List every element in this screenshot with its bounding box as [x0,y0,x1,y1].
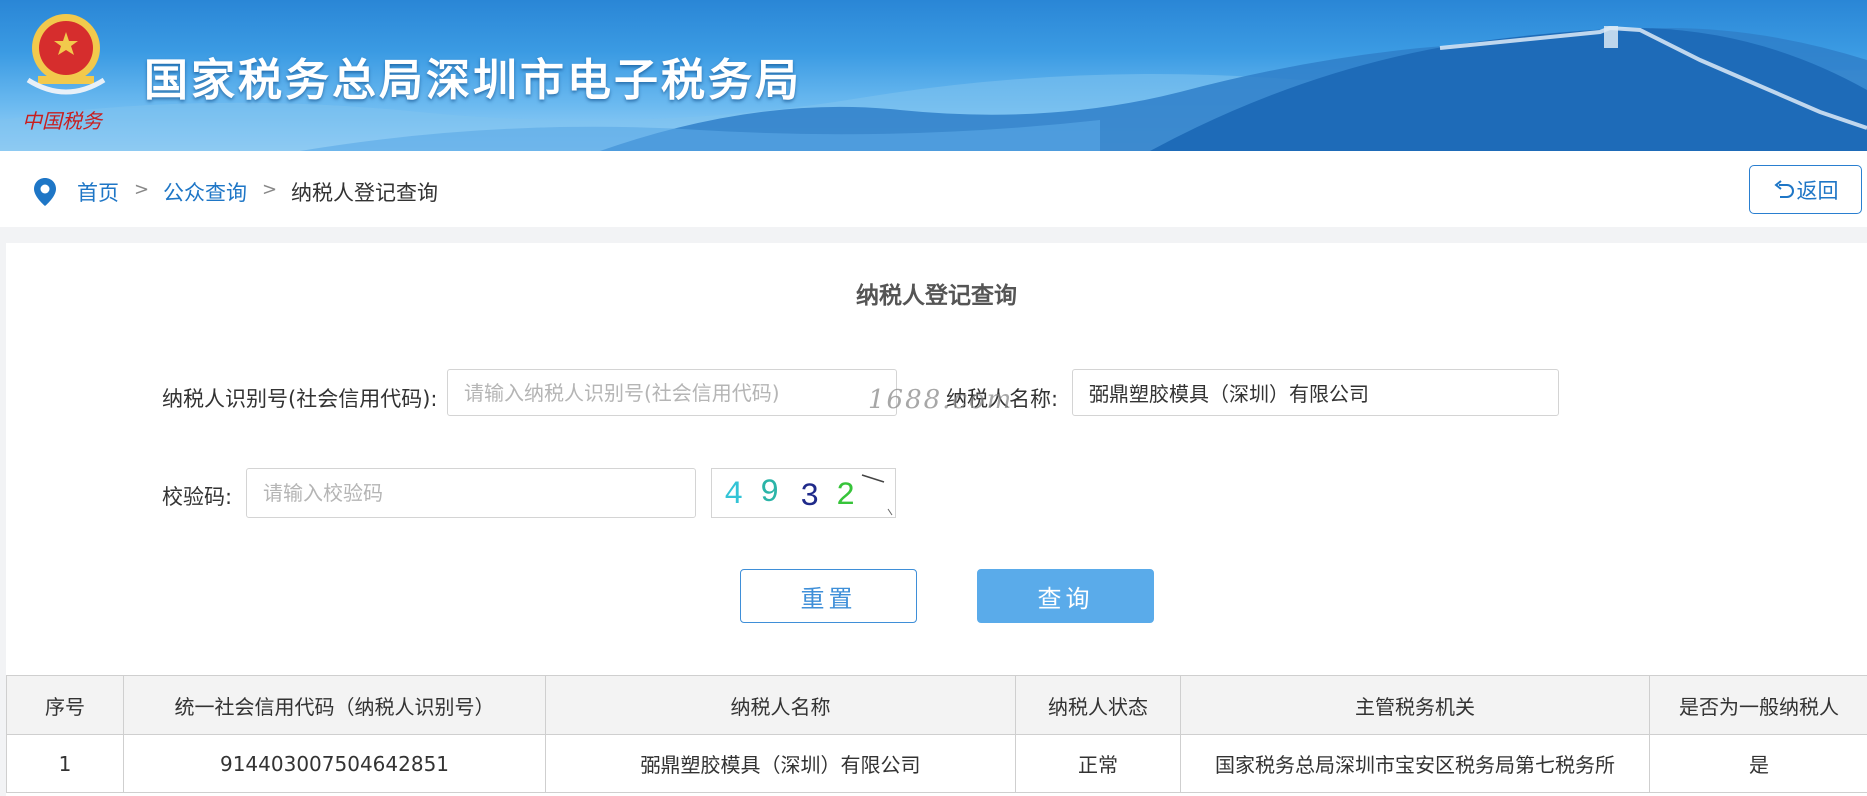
reset-button[interactable]: 重置 [740,569,917,623]
table-cell-index: 1 [6,734,124,793]
header-banner: 中国税务 国家税务总局深圳市电子税务局 [0,0,1867,151]
tax-emblem-logo: 中国税务 [18,8,118,138]
column-header: 是否为一般纳税人 [1649,675,1867,735]
taxpayer-id-input[interactable] [447,369,897,416]
svg-text:中国税务: 中国税务 [22,109,104,133]
table-cell-taxpayer-name: 弼鼎塑胶模具（深圳）有限公司 [545,734,1016,793]
table-cell-general-taxpayer: 是 [1649,734,1867,793]
column-header: 纳税人名称 [545,675,1016,735]
breadcrumb-separator: > [134,179,150,200]
captcha-image[interactable]: 4 9 3 2 [711,468,896,518]
table-row: 1 914403007504642851 弼鼎塑胶模具（深圳）有限公司 正常 国… [6,734,1867,793]
captcha-label: 校验码: [162,485,233,509]
table-cell-status: 正常 [1015,734,1181,793]
results-table: 序号 统一社会信用代码（纳税人识别号） 纳税人名称 纳税人状态 主管税务机关 是… [6,675,1867,793]
taxpayer-id-label: 纳税人识别号(社会信用代码): [162,387,438,411]
captcha-input[interactable] [246,468,696,518]
column-header: 主管税务机关 [1180,675,1650,735]
taxpayer-name-label: 纳税人名称: [946,387,1059,411]
site-title: 国家税务总局深圳市电子税务局 [144,55,802,106]
page-title: 纳税人登记查询 [856,283,1017,309]
column-header: 统一社会信用代码（纳税人识别号） [123,675,546,735]
captcha-char: 9 [760,474,779,511]
captcha-char: 4 [724,476,743,513]
taxpayer-name-input[interactable] [1072,369,1559,416]
back-button[interactable]: 返回 [1749,165,1862,214]
location-pin-icon [33,177,57,207]
captcha-char: 3 [800,478,819,515]
undo-arrow-icon [1773,179,1794,198]
query-button[interactable]: 查询 [977,569,1154,623]
breadcrumb-current: 纳税人登记查询 [291,181,438,205]
breadcrumb: 首页 > 公众查询 > 纳税人登记查询 返回 [0,151,1867,227]
captcha-char: 2 [836,477,855,514]
back-button-label: 返回 [1796,178,1839,203]
column-header: 纳税人状态 [1015,675,1181,735]
column-header: 序号 [6,675,124,735]
breadcrumb-separator: > [262,179,278,200]
table-cell-tax-authority: 国家税务总局深圳市宝安区税务局第七税务所 [1180,734,1650,793]
breadcrumb-home-link[interactable]: 首页 [77,177,119,207]
breadcrumb-public-query-link[interactable]: 公众查询 [163,177,247,207]
table-header-row: 序号 统一社会信用代码（纳税人识别号） 纳税人名称 纳税人状态 主管税务机关 是… [6,675,1867,735]
table-cell-credit-code: 914403007504642851 [123,734,546,793]
